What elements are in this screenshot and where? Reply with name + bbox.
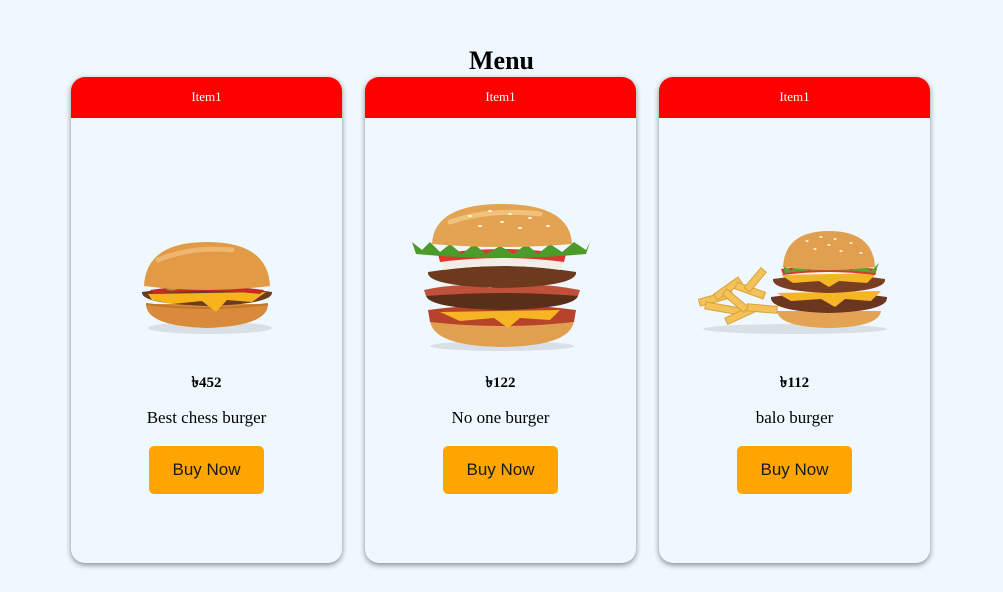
menu-card: Item1 ৳452 Best chess burger Buy Now	[71, 77, 342, 563]
page-title: Menu	[469, 46, 534, 75]
card-price: ৳112	[779, 375, 810, 391]
triple-stack-burger-image	[365, 199, 636, 355]
card-header: Item1	[365, 77, 636, 118]
card-description: balo burger	[755, 408, 834, 427]
card-description: No one burger	[451, 408, 550, 427]
card-price: ৳452	[191, 375, 222, 391]
card-header: Item1	[659, 77, 930, 118]
cheeseburger-image	[71, 229, 342, 347]
card-header: Item1	[71, 77, 342, 118]
menu-card: Item1	[659, 77, 930, 563]
menu-card: Item1	[365, 77, 636, 563]
card-price: ৳122	[485, 375, 516, 391]
card-description: Best chess burger	[146, 408, 267, 427]
menu-page: Menu Item1 ৳452 Best chess burger Buy No…	[0, 0, 1003, 592]
buy-now-button[interactable]: Buy Now	[737, 446, 852, 494]
buy-now-button[interactable]: Buy Now	[443, 446, 558, 494]
buy-now-button[interactable]: Buy Now	[149, 446, 264, 494]
burger-and-fries-image	[659, 217, 930, 347]
